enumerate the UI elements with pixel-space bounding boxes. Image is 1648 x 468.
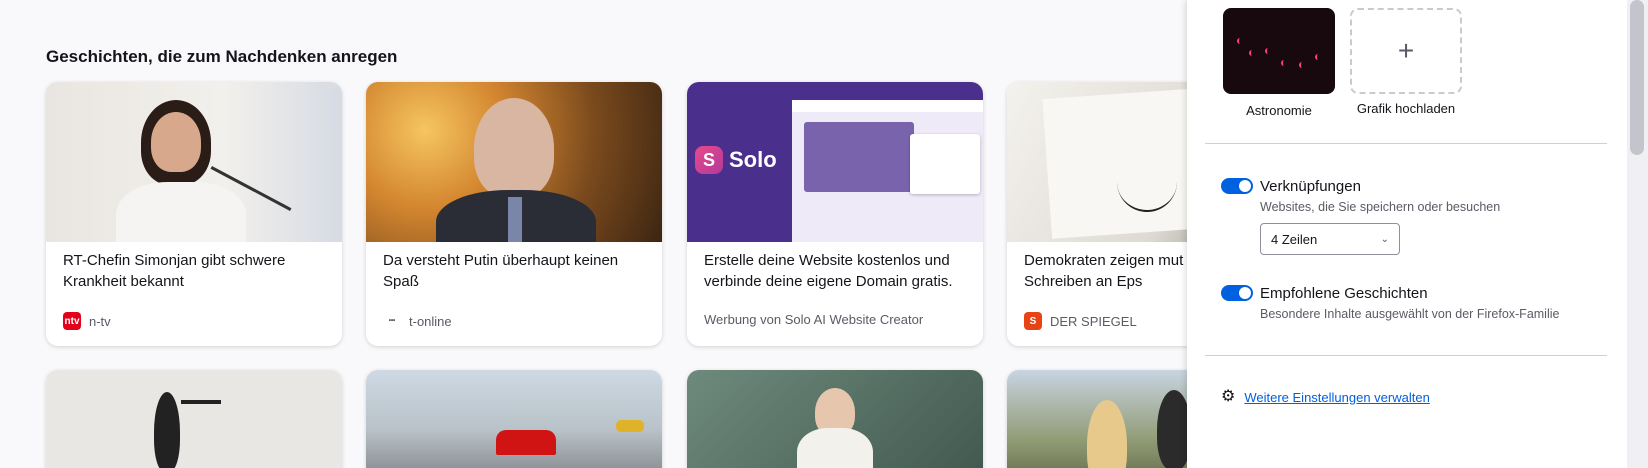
story-title[interactable]: RT-Chefin Simonjan gibt schwere Krankhei… (63, 250, 328, 292)
t-online-logo-icon: ••• (383, 312, 401, 330)
solo-logo: S Solo (695, 146, 777, 174)
story-image (366, 82, 662, 242)
story-source: Werbung von Solo AI Website Creator (704, 312, 923, 327)
shortcuts-title: Verknüpfungen (1260, 178, 1361, 195)
ntv-logo-icon: ntv (63, 312, 81, 330)
story-source: ••• t-online (383, 312, 452, 330)
story-card-row2-1[interactable] (46, 370, 342, 468)
recommended-stories-description: Besondere Inhalte ausgewählt von der Fir… (1260, 307, 1560, 321)
gear-icon: ⚙ (1221, 388, 1236, 405)
shortcuts-toggle[interactable] (1221, 178, 1253, 194)
section-title: Geschichten, die zum Nachdenken anregen (46, 47, 398, 66)
story-title[interactable]: Da versteht Putin überhaupt keinen Spaß (383, 250, 648, 292)
plus-icon: + (1397, 35, 1415, 66)
story-card-simonjan[interactable]: RT-Chefin Simonjan gibt schwere Krankhei… (46, 82, 342, 346)
source-name: t-online (409, 313, 452, 329)
chevron-down-icon: ⌄ (1380, 233, 1389, 245)
recommended-stories-toggle[interactable] (1221, 285, 1253, 301)
manage-settings[interactable]: ⚙ Weitere Einstellungen verwalten (1221, 389, 1430, 405)
manage-settings-link[interactable]: Weitere Einstellungen verwalten (1244, 390, 1429, 405)
shortcuts-description: Websites, die Sie speichern oder besuche… (1260, 200, 1501, 214)
story-source: S DER SPIEGEL (1024, 312, 1137, 330)
story-source: ntv n-tv (63, 312, 111, 330)
scrollbar-thumb[interactable] (1630, 0, 1644, 155)
source-name: DER SPIEGEL (1050, 313, 1137, 329)
story-card-row2-3[interactable] (687, 370, 983, 468)
sponsor-name: Werbung von Solo AI Website Creator (704, 312, 924, 327)
story-image (46, 82, 342, 242)
website-preview-image (792, 100, 983, 242)
spiegel-logo-icon: S (1024, 312, 1042, 330)
wallpaper-astronomy-label: Astronomie (1246, 103, 1312, 118)
customize-panel: Astronomie + Grafik hochladen Verknüpfun… (1187, 0, 1627, 468)
story-image: S Solo (687, 82, 983, 242)
recommended-stories-title: Empfohlene Geschichten (1260, 285, 1428, 302)
story-card-solo-ad[interactable]: S Solo Erstelle deine Website kostenlos … (687, 82, 983, 346)
source-name: n-tv (89, 313, 111, 329)
divider (1205, 143, 1607, 144)
story-card-putin[interactable]: Da versteht Putin überhaupt keinen Spaß … (366, 82, 662, 346)
story-title[interactable]: Erstelle deine Website kostenlos und ver… (704, 250, 969, 292)
shortcut-rows-select[interactable]: 4 Zeilen ⌄ (1260, 223, 1400, 255)
story-card-row2-2[interactable] (366, 370, 662, 468)
divider (1205, 355, 1607, 356)
story-image (687, 370, 983, 468)
story-image (46, 370, 342, 468)
solo-mark-icon: S (695, 146, 723, 174)
upload-wallpaper-button[interactable]: + (1350, 8, 1462, 94)
upload-wallpaper-label: Grafik hochladen (1356, 101, 1456, 116)
wallpaper-astronomy[interactable] (1223, 8, 1335, 94)
story-image (366, 370, 662, 468)
shortcut-rows-value: 4 Zeilen (1271, 231, 1318, 247)
